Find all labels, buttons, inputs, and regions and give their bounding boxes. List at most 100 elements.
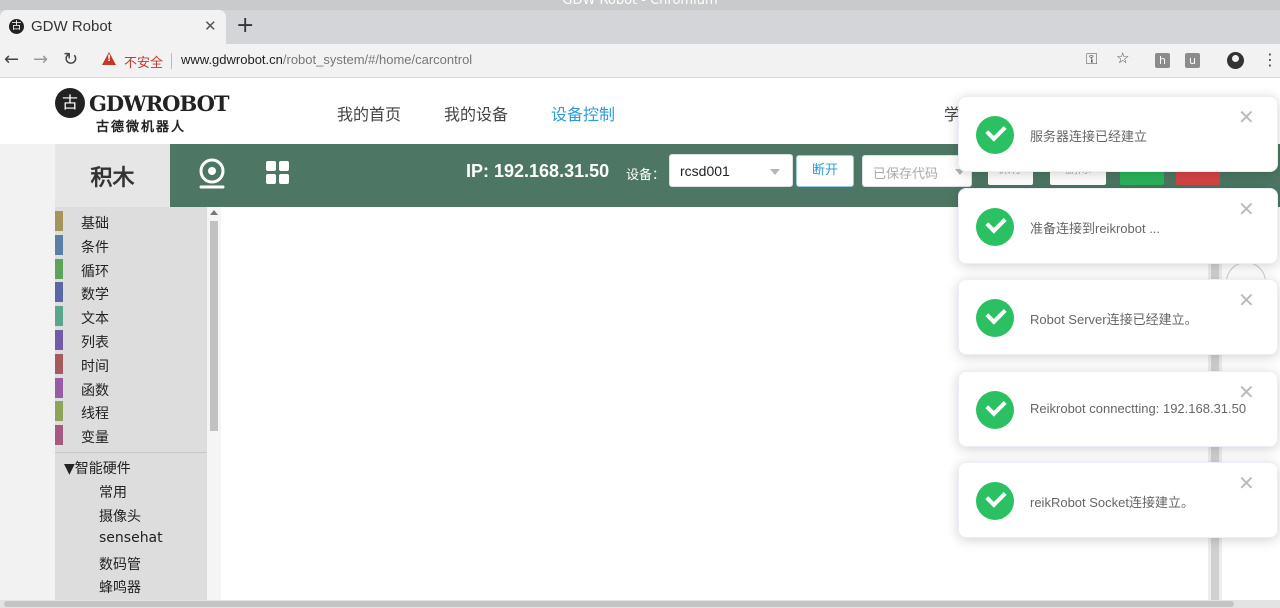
notification-close-icon[interactable]: ✕ — [1238, 473, 1255, 493]
notification-close-icon[interactable]: ✕ — [1238, 290, 1255, 310]
category-item[interactable]: 时间 — [55, 353, 207, 375]
device-select[interactable]: rcsd001 — [669, 154, 793, 187]
browser-tab[interactable]: 古 GDW Robot ✕ — [0, 10, 226, 44]
window-titlebar: GDW Robot - Chromium — [0, 0, 1280, 10]
notification-toast: Reikrobot connectting: 192.168.31.50 ✕ — [958, 370, 1278, 447]
success-check-icon — [976, 482, 1014, 520]
category-label: 线程 — [81, 406, 109, 423]
category-item[interactable]: 文本 — [55, 305, 207, 327]
notification-close-icon[interactable]: ✕ — [1238, 107, 1255, 127]
success-check-icon — [976, 207, 1014, 246]
scroll-up-icon[interactable] — [210, 210, 218, 215]
reload-icon[interactable]: ↻ — [63, 49, 78, 71]
category-item[interactable]: 线程 — [55, 400, 207, 422]
tab-close-icon[interactable]: ✕ — [204, 17, 217, 35]
category-color-swatch — [55, 258, 63, 279]
success-check-icon — [976, 390, 1014, 429]
category-item[interactable]: 数学 — [55, 281, 207, 303]
category-color-swatch — [55, 377, 63, 398]
tab-title: GDW Robot — [31, 18, 112, 35]
blocks-tab[interactable]: 积木 — [55, 144, 170, 207]
category-divider — [55, 452, 207, 453]
category-item[interactable]: 函数 — [55, 377, 207, 399]
saved-code-placeholder: 已保存代码 — [873, 167, 939, 182]
scrollbar-thumb[interactable] — [4, 601, 1234, 607]
profile-icon[interactable] — [1227, 52, 1244, 69]
hardware-item[interactable]: 蜂鸣器 — [99, 577, 141, 597]
back-icon[interactable]: ← — [4, 49, 19, 71]
notification-message: Robot Server连接已经建立。 — [1030, 312, 1198, 327]
success-check-icon — [976, 116, 1014, 154]
device-select-value: rcsd001 — [680, 163, 730, 179]
category-color-swatch — [55, 401, 63, 422]
chevron-down-icon — [770, 169, 780, 175]
category-label: 函数 — [81, 382, 109, 399]
category-label: 条件 — [81, 239, 109, 256]
nav-device-control[interactable]: 设备控制 — [551, 101, 615, 125]
omnibox-divider — [171, 53, 172, 69]
tab-strip: 古 GDW Robot ✕ + — [0, 10, 1280, 44]
browser-toolbar: ← → ↻ 不安全 www.gdwrobot.cn/robot_system/#… — [0, 44, 1280, 78]
notification-toast: 服务器连接已经建立 ✕ — [958, 96, 1278, 172]
nav-home[interactable]: 我的首页 — [337, 101, 401, 125]
favicon-icon: 古 — [9, 19, 24, 34]
window-title: GDW Robot - Chromium — [562, 0, 718, 8]
category-color-swatch — [55, 234, 63, 255]
success-check-icon — [976, 299, 1014, 337]
notification-close-icon[interactable]: ✕ — [1238, 382, 1255, 402]
ip-address: IP: 192.168.31.50 — [466, 161, 610, 181]
address-bar[interactable]: 不安全 www.gdwrobot.cn/robot_system/#/home/… — [96, 49, 1141, 73]
category-item[interactable]: 列表 — [55, 329, 207, 351]
hardware-item[interactable]: sensehat — [99, 530, 163, 546]
notification-message: Reikrobot connectting: 192.168.31.50 — [1030, 400, 1247, 416]
logo-text: GDWROBOT — [89, 91, 230, 116]
key-icon[interactable]: ⚿ — [1086, 50, 1097, 68]
category-item[interactable]: 基础 — [55, 210, 207, 232]
saved-code-select[interactable]: 已保存代码 — [862, 155, 972, 187]
category-color-swatch — [55, 353, 63, 374]
category-label: 文本 — [81, 311, 109, 328]
page-horizontal-scrollbar[interactable] — [0, 600, 1280, 608]
nav-devices[interactable]: 我的设备 — [444, 101, 508, 125]
notification-close-icon[interactable]: ✕ — [1238, 199, 1255, 219]
url-host: www.gdwrobot.cn — [181, 52, 283, 67]
category-item[interactable]: 条件 — [55, 234, 207, 256]
notification-toast: 准备连接到reikrobot ... ✕ — [958, 187, 1278, 264]
category-label: 基础 — [81, 216, 109, 232]
category-item[interactable]: 变量 — [55, 424, 207, 446]
left-gutter — [0, 144, 55, 608]
apps-grid-icon[interactable] — [266, 161, 290, 185]
hardware-item[interactable]: 常用 — [99, 482, 127, 502]
scrollbar-thumb[interactable] — [210, 221, 218, 431]
category-color-swatch — [55, 211, 63, 231]
category-scrollbar[interactable] — [207, 207, 221, 608]
forward-icon[interactable]: → — [33, 49, 48, 71]
notification-toast: Robot Server连接已经建立。 ✕ — [958, 279, 1278, 355]
category-label: 时间 — [81, 358, 109, 375]
category-label: 数学 — [81, 287, 109, 304]
camera-icon[interactable] — [196, 157, 228, 189]
menu-kebab-icon[interactable]: ⋮ — [1262, 50, 1278, 69]
category-label: 列表 — [81, 335, 109, 351]
hardware-group-header[interactable]: ▼智能硬件 — [64, 458, 131, 478]
disconnect-button[interactable]: 断开 — [796, 155, 854, 187]
hardware-item[interactable]: 摄像头 — [99, 506, 141, 526]
category-color-swatch — [55, 330, 63, 350]
hardware-item[interactable]: 数码管 — [99, 554, 141, 574]
warning-icon — [102, 52, 116, 65]
notification-message: 服务器连接已经建立 — [1030, 129, 1148, 144]
category-label: 循环 — [81, 263, 109, 280]
category-color-swatch — [55, 282, 63, 303]
notification-toast: reikRobot Socket连接建立。 ✕ — [958, 462, 1278, 538]
category-color-swatch — [55, 306, 63, 327]
category-item[interactable]: 循环 — [55, 258, 207, 280]
extension-u-icon[interactable]: u — [1185, 53, 1200, 68]
notification-message: reikRobot Socket连接建立。 — [1030, 495, 1194, 510]
logo-subtitle: 古德微机器人 — [96, 120, 187, 135]
url-text[interactable]: www.gdwrobot.cn/robot_system/#/home/carc… — [181, 52, 472, 67]
security-label: 不安全 — [124, 56, 164, 71]
extension-h-icon[interactable]: h — [1155, 53, 1170, 68]
star-icon[interactable]: ☆ — [1116, 49, 1129, 67]
new-tab-icon[interactable]: + — [236, 13, 254, 38]
notification-message: 准备连接到reikrobot ... — [1030, 220, 1161, 236]
